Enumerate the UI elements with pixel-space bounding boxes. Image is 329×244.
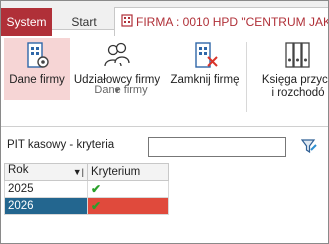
cell-kryterium[interactable]: ✔ bbox=[87, 180, 169, 198]
cell-rok[interactable]: 2025 bbox=[4, 180, 88, 198]
cell-rok[interactable]: 2026 bbox=[4, 197, 88, 215]
ribbon-group-label: Dane firmy bbox=[94, 84, 148, 96]
filter-row: PIT kasowy - kryteria bbox=[1, 133, 328, 157]
dane-firmy-label: Dane firmy bbox=[9, 74, 65, 86]
binders-icon bbox=[283, 40, 313, 73]
window: System Start FIRMA : 0010 HPD "CENTRUM J… bbox=[0, 0, 329, 244]
ribbon-separator bbox=[246, 42, 247, 112]
column-header-rok[interactable]: Rok ▼| bbox=[4, 163, 88, 181]
tab-firma[interactable]: FIRMA : 0010 HPD "CENTRUM JAKO bbox=[114, 7, 329, 37]
close-company-icon bbox=[190, 40, 220, 73]
ksiega-label-line1: Księga przych bbox=[261, 74, 329, 86]
filter-label: PIT kasowy - kryteria bbox=[7, 139, 115, 151]
column-header-rok-label: Rok bbox=[8, 164, 29, 176]
tab-start[interactable]: Start bbox=[54, 8, 114, 36]
check-icon: ✔ bbox=[91, 199, 102, 213]
table-row-selected[interactable]: 2026 ✔ bbox=[4, 197, 169, 215]
tab-firma-label: FIRMA : 0010 HPD "CENTRUM JAKO bbox=[136, 15, 329, 29]
zamknij-firme-button[interactable]: Zamknij firmę bbox=[166, 38, 244, 98]
check-icon: ✔ bbox=[91, 182, 102, 196]
dane-firmy-button[interactable]: Dane firmy bbox=[4, 38, 70, 100]
building-icon bbox=[121, 9, 133, 37]
people-icon bbox=[102, 40, 132, 73]
filter-icon[interactable] bbox=[300, 138, 317, 159]
zamknij-firme-label: Zamknij firmę bbox=[170, 74, 240, 86]
sort-descending-icon: ▼| bbox=[72, 167, 84, 177]
ksiega-przychodow-button[interactable]: Księga przych i rozchodó bbox=[253, 38, 329, 99]
table-row[interactable]: 2025 ✔ bbox=[4, 180, 169, 198]
filter-input[interactable] bbox=[148, 137, 286, 157]
ribbon: Dane firmy Udziałowcy firmy ▼ Zamknij fi… bbox=[1, 36, 328, 127]
tab-system[interactable]: System bbox=[1, 8, 52, 36]
column-header-kryterium-label: Kryterium bbox=[91, 166, 141, 178]
cell-kryterium[interactable]: ✔ bbox=[87, 197, 169, 215]
grid-header-row: Rok ▼| Kryterium bbox=[4, 163, 169, 181]
company-settings-icon bbox=[22, 40, 52, 73]
criteria-grid: Rok ▼| Kryterium 2025 ✔ 2026 ✔ bbox=[4, 163, 169, 215]
column-header-kryterium[interactable]: Kryterium bbox=[87, 163, 169, 181]
tab-strip: System Start FIRMA : 0010 HPD "CENTRUM J… bbox=[1, 1, 328, 37]
ksiega-label-line2: i rozchodó bbox=[271, 87, 325, 99]
